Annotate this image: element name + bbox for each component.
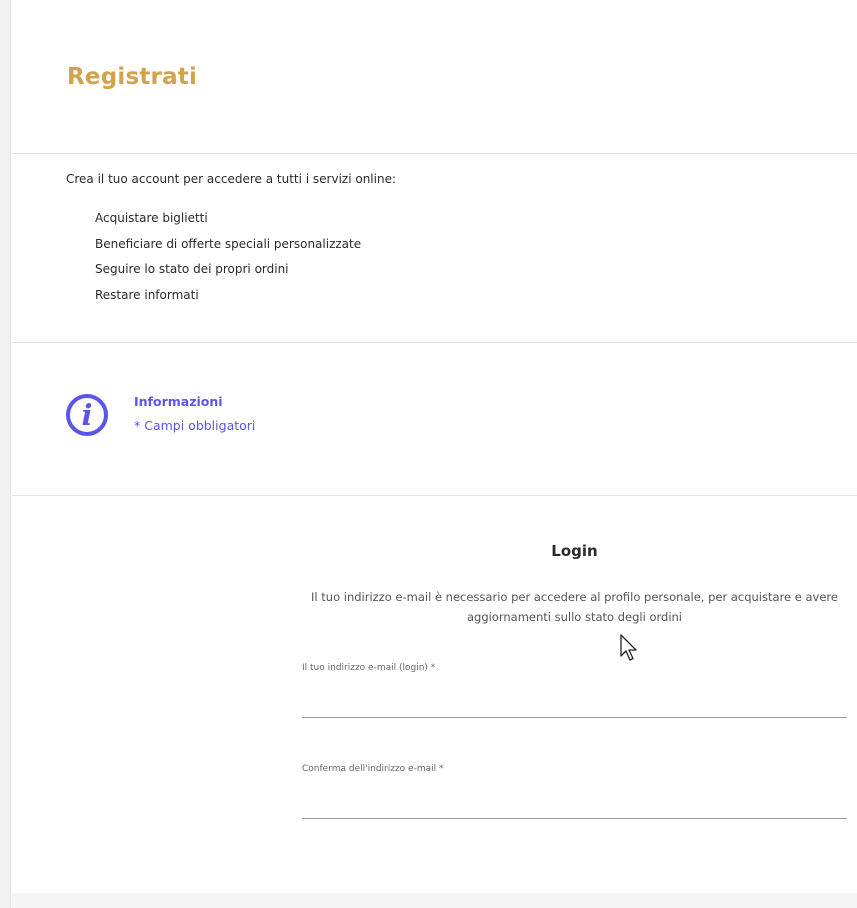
email-field: Il tuo indirizzo e-mail (login) * xyxy=(302,663,847,718)
required-fields-note: * Campi obbligatori xyxy=(134,418,256,433)
email-input[interactable] xyxy=(302,687,847,718)
login-description: Il tuo indirizzo e-mail è necessario per… xyxy=(311,590,838,624)
section-divider xyxy=(12,153,857,154)
benefit-item: Beneficiare di offerte speciali personal… xyxy=(95,236,362,251)
info-title: Informazioni xyxy=(134,394,223,409)
bottom-band xyxy=(12,893,857,908)
confirm-email-field: Conferma dell'indirizzo e-mail * xyxy=(302,764,847,819)
login-title: Login xyxy=(551,542,598,560)
benefits-list: Acquistare biglietti Beneficiare di offe… xyxy=(95,206,361,308)
mouse-pointer-icon xyxy=(620,634,637,661)
confirm-email-input[interactable] xyxy=(302,788,847,819)
registration-page: Registrati Crea il tuo account per acced… xyxy=(12,0,857,908)
left-edge-rule xyxy=(0,0,11,908)
email-label: Il tuo indirizzo e-mail (login) * xyxy=(302,663,436,673)
benefit-item: Seguire lo stato dei propri ordini xyxy=(95,262,289,276)
benefit-item: Acquistare biglietti xyxy=(95,211,208,225)
page-title: Registrati xyxy=(67,64,198,90)
info-icon: i xyxy=(66,394,108,436)
benefit-item: Restare informati xyxy=(95,287,199,302)
intro-text: Crea il tuo account per accedere a tutti… xyxy=(66,172,396,186)
section-divider xyxy=(12,495,857,496)
section-divider xyxy=(12,342,857,343)
confirm-email-label: Conferma dell'indirizzo e-mail * xyxy=(302,764,444,774)
